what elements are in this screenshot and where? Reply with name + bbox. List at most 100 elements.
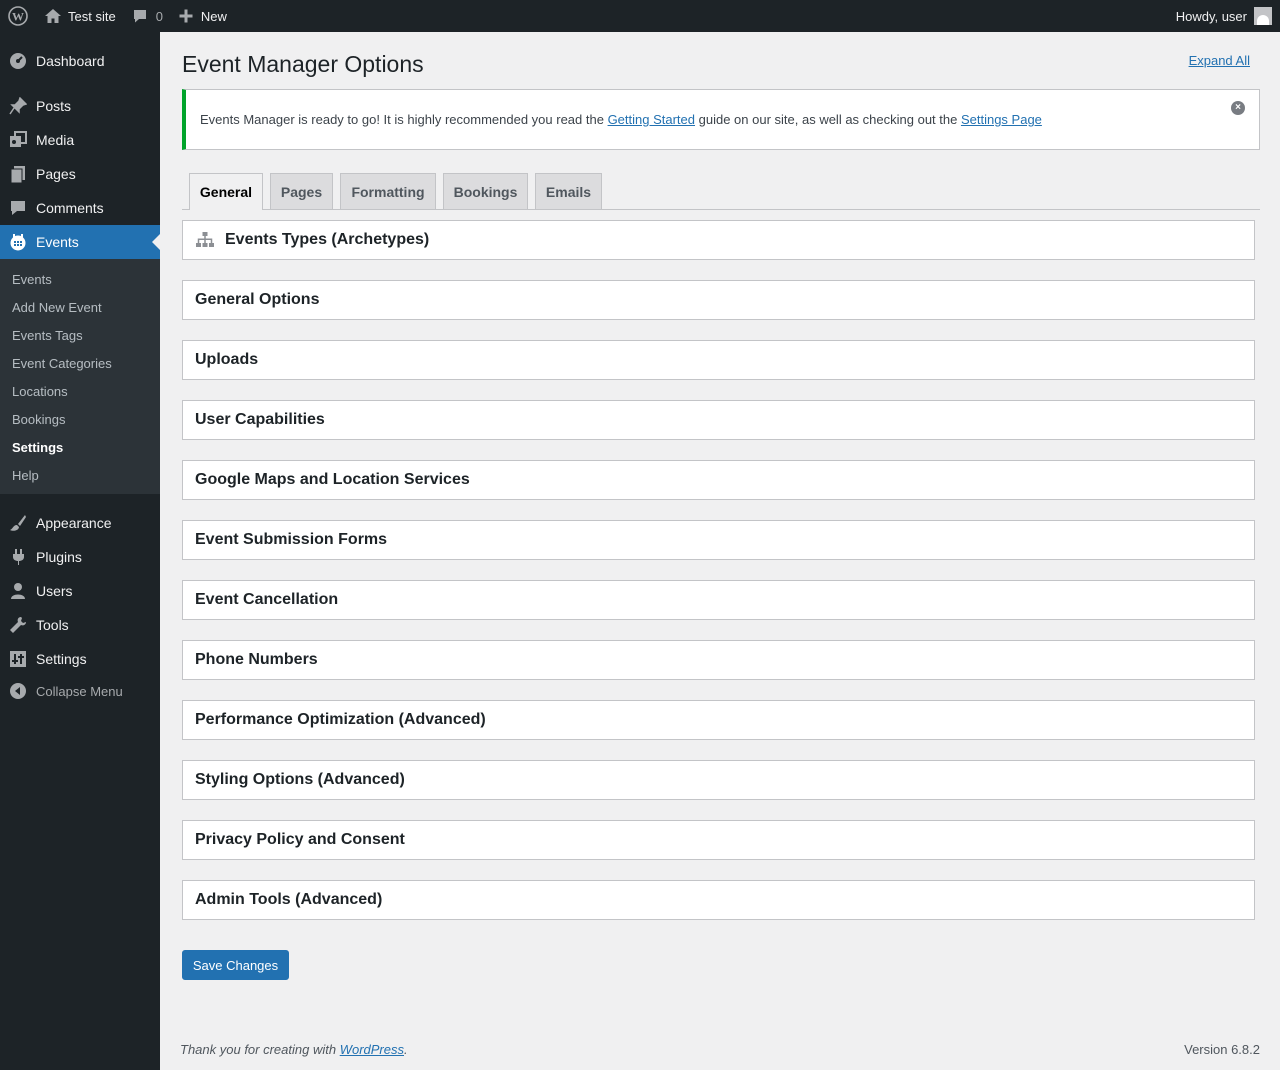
svg-text:W: W (12, 10, 24, 24)
menu-pages[interactable]: Pages (0, 157, 160, 191)
section-privacy-policy[interactable]: Privacy Policy and Consent (182, 820, 1255, 860)
site-name-link[interactable]: Test site (36, 0, 124, 32)
section-event-submission-forms[interactable]: Event Submission Forms (182, 520, 1255, 560)
menu-label: Plugins (36, 549, 82, 565)
pin-icon (9, 97, 27, 115)
section-title: Events Types (Archetypes) (225, 231, 430, 248)
menu-label: Events (36, 234, 79, 250)
comment-icon (133, 10, 146, 23)
settings-tabs: General Pages Formatting Bookings Emails (182, 173, 1260, 210)
tab-pages[interactable]: Pages (270, 173, 333, 209)
menu-events[interactable]: Events (0, 225, 160, 259)
dashboard-icon (10, 53, 26, 69)
events-submenu: Events Add New Event Events Tags Event C… (0, 259, 160, 494)
hierarchy-icon (196, 232, 214, 247)
comments-link[interactable]: 0 (124, 0, 171, 32)
dismiss-icon[interactable]: × (1231, 101, 1245, 115)
menu-label: Settings (36, 651, 87, 667)
greeting: Howdy, user (1175, 8, 1247, 24)
menu-label: Pages (36, 166, 76, 182)
menu-label: Dashboard (36, 53, 105, 69)
submenu-item-event-categories[interactable]: Event Categories (0, 350, 160, 378)
section-general-options[interactable]: General Options (182, 280, 1255, 320)
wordpress-link[interactable]: WordPress (340, 1042, 404, 1057)
section-phone-numbers[interactable]: Phone Numbers (182, 640, 1255, 680)
tab-general[interactable]: General (189, 173, 263, 210)
section-admin-tools[interactable]: Admin Tools (Advanced) (182, 880, 1255, 920)
wrench-icon (10, 617, 26, 633)
media-icon (10, 131, 27, 147)
section-uploads[interactable]: Uploads (182, 340, 1255, 380)
brush-icon (10, 515, 26, 531)
section-user-capabilities[interactable]: User Capabilities (182, 400, 1255, 440)
menu-posts[interactable]: Posts (0, 89, 160, 123)
site-name: Test site (68, 8, 116, 24)
settings-page-link[interactable]: Settings Page (961, 112, 1042, 127)
submenu-item-bookings[interactable]: Bookings (0, 406, 160, 434)
getting-started-link[interactable]: Getting Started (608, 112, 695, 127)
users-icon (11, 583, 25, 599)
save-changes-button[interactable]: Save Changes (182, 950, 289, 980)
user-account-menu[interactable]: Howdy, user (1176, 0, 1272, 32)
menu-appearance[interactable]: Appearance (0, 506, 160, 540)
home-icon (45, 9, 61, 23)
collapse-label: Collapse Menu (36, 683, 123, 699)
success-notice: Events Manager is ready to go! It is hig… (182, 89, 1260, 150)
submenu-item-add-new-event[interactable]: Add New Event (0, 294, 160, 322)
wordpress-logo-icon[interactable]: W (0, 0, 36, 32)
tab-emails[interactable]: Emails (535, 173, 602, 209)
tab-bookings[interactable]: Bookings (443, 173, 528, 209)
menu-label: Users (36, 583, 73, 599)
submenu-item-settings[interactable]: Settings (0, 434, 160, 462)
notice-text: Events Manager is ready to go! It is hig… (200, 112, 1042, 127)
menu-label: Appearance (36, 515, 112, 531)
section-google-maps[interactable]: Google Maps and Location Services (182, 460, 1255, 500)
menu-label: Tools (36, 617, 69, 633)
section-title: Styling Options (Advanced) (195, 771, 405, 788)
avatar (1254, 7, 1272, 25)
collapse-icon (10, 683, 26, 699)
menu-label: Comments (36, 200, 104, 216)
section-event-cancellation[interactable]: Event Cancellation (182, 580, 1255, 620)
page-title: Event Manager Options (182, 51, 424, 77)
submenu-item-events[interactable]: Events (0, 266, 160, 294)
comment-icon (11, 201, 25, 215)
pages-icon (10, 166, 25, 183)
comments-count: 0 (155, 8, 163, 24)
submenu-item-locations[interactable]: Locations (0, 378, 160, 406)
menu-comments[interactable]: Comments (0, 191, 160, 225)
settings-icon (10, 651, 26, 667)
section-performance-optimization[interactable]: Performance Optimization (Advanced) (182, 700, 1255, 740)
plus-icon (179, 9, 193, 23)
new-content-link[interactable]: New (171, 0, 235, 32)
menu-plugins[interactable]: Plugins (0, 540, 160, 574)
main-content: Event Manager Options Expand All Events … (160, 32, 1280, 1070)
expand-all-link[interactable]: Expand All (1189, 53, 1250, 68)
tab-formatting[interactable]: Formatting (340, 173, 436, 209)
section-title: Performance Optimization (Advanced) (195, 711, 486, 728)
plugin-icon (13, 549, 24, 565)
menu-dashboard[interactable]: Dashboard (0, 44, 160, 78)
collapse-menu-button[interactable]: Collapse Menu (0, 674, 160, 708)
menu-label: Media (36, 132, 75, 148)
section-events-types[interactable]: Events Types (Archetypes) (182, 220, 1255, 260)
section-title: Admin Tools (Advanced) (195, 891, 383, 908)
admin-bar: W Test site 0 New Howdy, user (0, 0, 1280, 32)
section-title: General Options (195, 291, 320, 308)
section-title: Google Maps and Location Services (195, 471, 470, 488)
menu-users[interactable]: Users (0, 574, 160, 608)
submenu-item-events-tags[interactable]: Events Tags (0, 322, 160, 350)
submenu-item-help[interactable]: Help (0, 462, 160, 490)
section-title: Event Cancellation (195, 591, 339, 608)
footer-thanks: Thank you for creating with WordPress. (180, 1042, 408, 1057)
menu-settings[interactable]: Settings (0, 642, 160, 676)
calendar-icon (10, 234, 26, 251)
footer-version: Version 6.8.2 (1184, 1042, 1260, 1057)
section-styling-options[interactable]: Styling Options (Advanced) (182, 760, 1255, 800)
admin-menu: Dashboard Posts Media Pages Comments Eve… (0, 32, 160, 1070)
menu-media[interactable]: Media (0, 123, 160, 157)
menu-label: Posts (36, 98, 72, 114)
menu-tools[interactable]: Tools (0, 608, 160, 642)
section-title: User Capabilities (195, 411, 325, 428)
new-label: New (200, 8, 227, 24)
